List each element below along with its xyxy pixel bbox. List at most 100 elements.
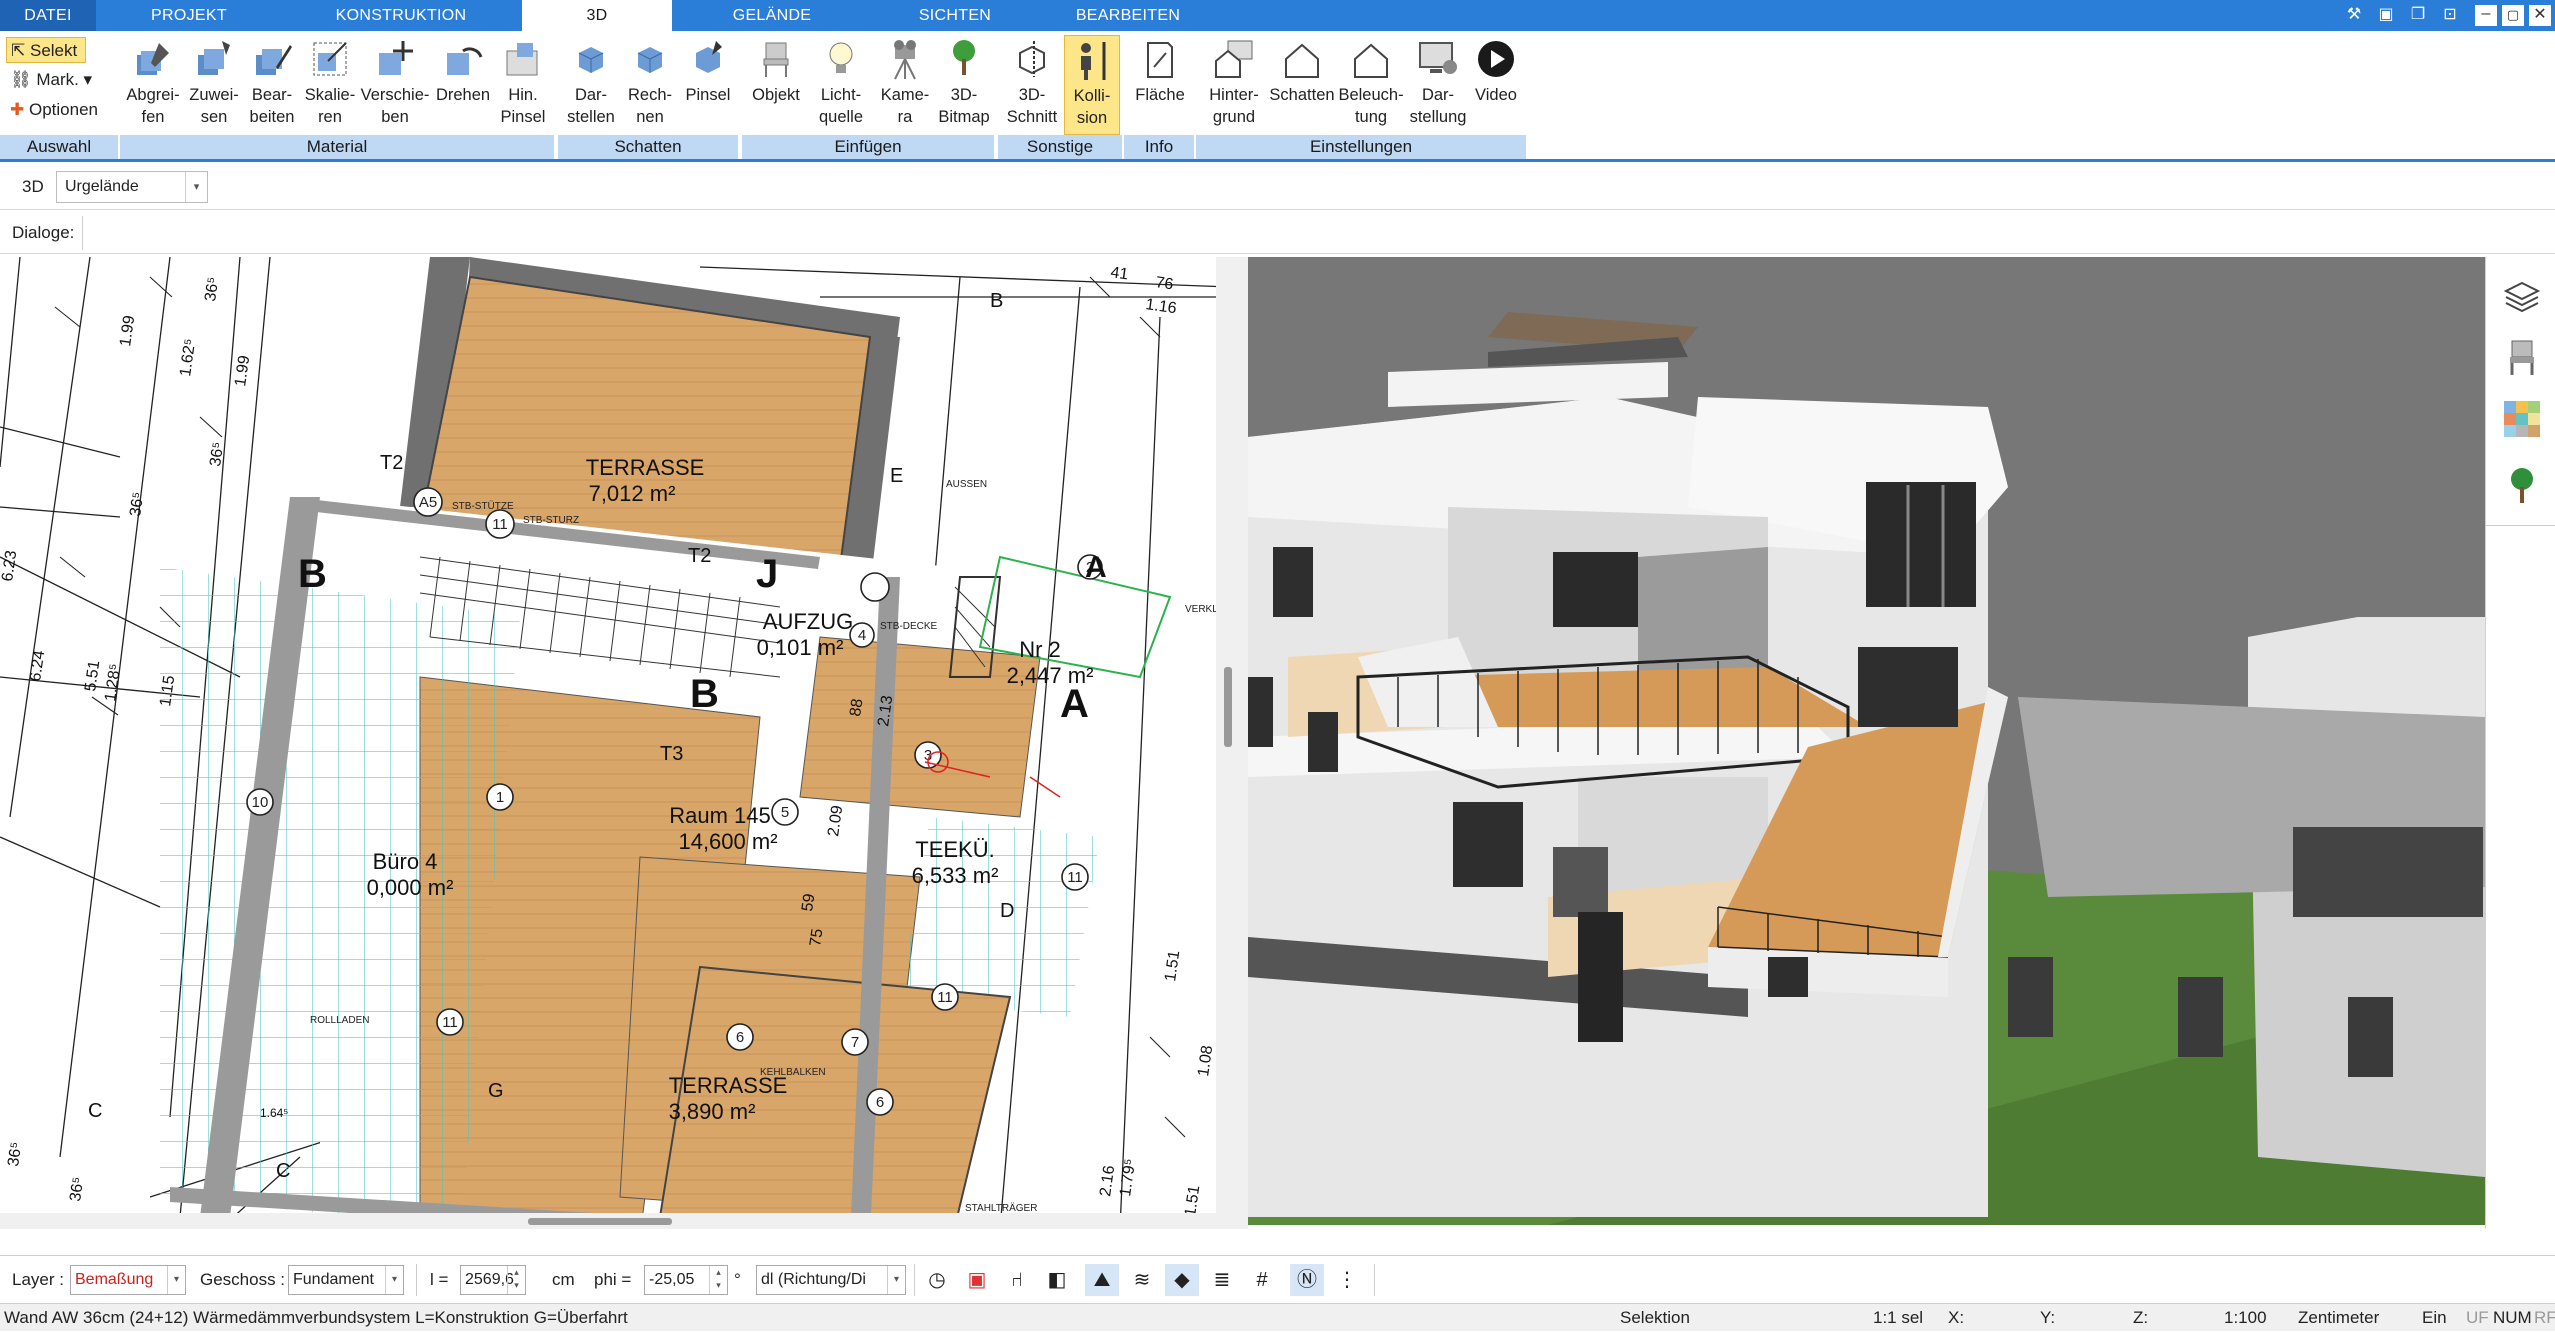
stepper-icon[interactable]: ▴ ▾ <box>507 1266 525 1294</box>
length-input[interactable]: 2569,6 ▴ ▾ <box>460 1265 526 1295</box>
zuweisen-button[interactable]: Zuwei- sen <box>186 35 242 135</box>
section-mark: C <box>276 1160 290 1182</box>
stepper-icon[interactable]: ▴ ▾ <box>709 1266 727 1294</box>
lichtquelle-button[interactable]: Licht- quelle <box>808 35 874 135</box>
material-palette-icon[interactable] <box>2502 399 2542 439</box>
cube-shadow-icon <box>578 47 604 73</box>
bearbeiten-button[interactable]: Bear- beiten <box>244 35 300 135</box>
chevron-down-icon: ▾ <box>887 1266 905 1294</box>
video-button[interactable]: Video <box>1470 35 1522 135</box>
objekt-button[interactable]: Objekt <box>746 35 806 135</box>
hatch-icon[interactable]: ≋ <box>1125 1264 1159 1296</box>
tools-icon[interactable]: ⚒ <box>2340 3 2368 27</box>
layer-select[interactable]: Bemaßung ▾ <box>70 1265 186 1295</box>
objects-icon[interactable]: ◧ <box>1040 1264 1074 1296</box>
collision-person-icon <box>1081 42 1106 80</box>
side-panel <box>2485 257 2555 1229</box>
terrain-select[interactable]: Urgelände ▾ <box>56 171 208 203</box>
dimension-label: 41 <box>1109 264 1129 283</box>
group-einstellungen: Einstellungen <box>1196 135 1526 159</box>
direction-select[interactable]: dl (Richtung/Di ▾ <box>756 1265 906 1295</box>
selekt-button[interactable]: ⇱ Selekt <box>6 37 86 63</box>
flaeche-button[interactable]: Fläche <box>1128 35 1192 135</box>
cursor-icon: ⇱ <box>11 41 26 60</box>
group-sonstige: Sonstige <box>998 135 1122 159</box>
window-icon[interactable]: ❐ <box>2404 3 2432 27</box>
tab-datei[interactable]: DATEI <box>0 0 96 31</box>
darstellung-button[interactable]: Dar- stellung <box>1406 35 1470 135</box>
3d-view[interactable] <box>1248 257 2485 1225</box>
rotate-icon <box>447 47 483 75</box>
maximize-button[interactable]: ▢ <box>2502 5 2524 26</box>
dimension-label: 1.16 <box>1144 296 1177 317</box>
dialog-bar: Dialoge: <box>0 212 2555 254</box>
tree-icon[interactable] <box>2502 465 2542 505</box>
cube-brush-icon <box>696 41 722 73</box>
kamera-button[interactable]: Kame- ra <box>874 35 936 135</box>
darstellen-button[interactable]: Dar- stellen <box>560 35 622 135</box>
terrain-icon[interactable]: ⛰ <box>1085 1264 1119 1296</box>
tab-bearbeiten[interactable]: BEARBEITEN <box>1038 0 1218 31</box>
clock-icon[interactable]: ◷ <box>920 1264 954 1296</box>
tab-konstruktion[interactable]: KONSTRUKTION <box>282 0 520 31</box>
floor-plan-view[interactable]: A5 11 4 5 1 3 10 11 11 11 6 7 6 2 TERRAS… <box>0 257 1248 1229</box>
plan-horizontal-scrollbar[interactable] <box>0 1213 1216 1229</box>
phi-input[interactable]: -25,05 ▴ ▾ <box>644 1265 728 1295</box>
camera-icon <box>894 40 916 80</box>
circle-label: 11 <box>442 1014 458 1031</box>
scrollbar-thumb[interactable] <box>528 1218 672 1225</box>
abgreifen-button[interactable]: Abgrei- fen <box>122 35 184 135</box>
grid-icon[interactable]: # <box>1245 1264 1279 1296</box>
beleuchtung-button[interactable]: Beleuch- tung <box>1336 35 1406 135</box>
tab-projekt[interactable]: PROJEKT <box>96 0 282 31</box>
geschoss-select[interactable]: Fundament ▾ <box>288 1265 404 1295</box>
layer-fill-icon[interactable]: ◆ <box>1165 1264 1199 1296</box>
mark-icon: ⛓ <box>10 70 32 89</box>
section-mark: T3 <box>660 743 683 765</box>
dimension-label: 36⁵ <box>5 1141 25 1168</box>
optionen-button[interactable]: ✚ Optionen <box>6 97 98 123</box>
dimension-label: 6.23 <box>0 549 20 582</box>
dimension-label: 1.08 <box>1195 1044 1216 1077</box>
north-icon[interactable]: Ⓝ <box>1290 1264 1324 1296</box>
layers-icon[interactable] <box>2502 277 2542 317</box>
hintergrund-button[interactable]: Hinter- grund <box>1200 35 1268 135</box>
pipette-icon <box>137 43 169 75</box>
room-area: 7,012 m² <box>589 481 676 506</box>
clipboard-icon[interactable]: ▣ <box>2372 3 2400 27</box>
tab-gelaende[interactable]: GELÄNDE <box>672 0 872 31</box>
circle-label: 11 <box>1067 869 1083 886</box>
menu-tab-row: DATEI PROJEKT KONSTRUKTION 3D GELÄNDE SI… <box>0 0 2555 33</box>
mark-button[interactable]: ⛓ Mark. ▾ <box>6 67 92 93</box>
rechnen-button[interactable]: Rech- nen <box>622 35 678 135</box>
view-splitter[interactable] <box>1216 257 1248 1229</box>
house-light-icon <box>1354 43 1388 78</box>
chair-icon[interactable]: ⑁ <box>1000 1264 1034 1296</box>
tab-3d[interactable]: 3D <box>522 0 672 33</box>
undock-icon[interactable]: ⊡ <box>2436 3 2464 27</box>
room-area: 0,000 m² <box>367 875 454 900</box>
dimension-label: 36⁵ <box>127 491 147 518</box>
drehen-button[interactable]: Drehen <box>432 35 494 135</box>
3d-schnitt-button[interactable]: 3D- Schnitt <box>1000 35 1064 135</box>
pinsel-button[interactable]: Pinsel <box>680 35 736 135</box>
3d-bitmap-button[interactable]: 3D- Bitmap <box>936 35 992 135</box>
hin-pinsel-button[interactable]: Hin. Pinsel <box>494 35 552 135</box>
status-scale: 1:100 <box>2224 1308 2267 1327</box>
chevron-down-icon: ▾ <box>385 1266 403 1294</box>
chair-icon[interactable] <box>2502 337 2542 377</box>
minimize-button[interactable]: – <box>2475 5 2497 26</box>
schatten-settings-button[interactable]: Schatten <box>1268 35 1336 135</box>
kollision-button[interactable]: Kolli- sion <box>1064 35 1120 135</box>
splitter-handle[interactable] <box>1224 667 1232 747</box>
stairs-icon[interactable]: ≣ <box>1205 1264 1239 1296</box>
tab-sichten[interactable]: SICHTEN <box>872 0 1038 31</box>
skalieren-button[interactable]: Skalie- ren <box>302 35 358 135</box>
monitor-icon[interactable]: ▣ <box>960 1264 994 1296</box>
verschieben-button[interactable]: Verschie- ben <box>358 35 432 135</box>
circle-label: 4 <box>858 627 866 644</box>
more-icon[interactable]: ⋮ <box>1330 1264 1364 1296</box>
close-button[interactable]: ✕ <box>2529 5 2551 26</box>
house-shadow-icon <box>1285 43 1319 78</box>
group-schatten: Schatten <box>558 135 738 159</box>
